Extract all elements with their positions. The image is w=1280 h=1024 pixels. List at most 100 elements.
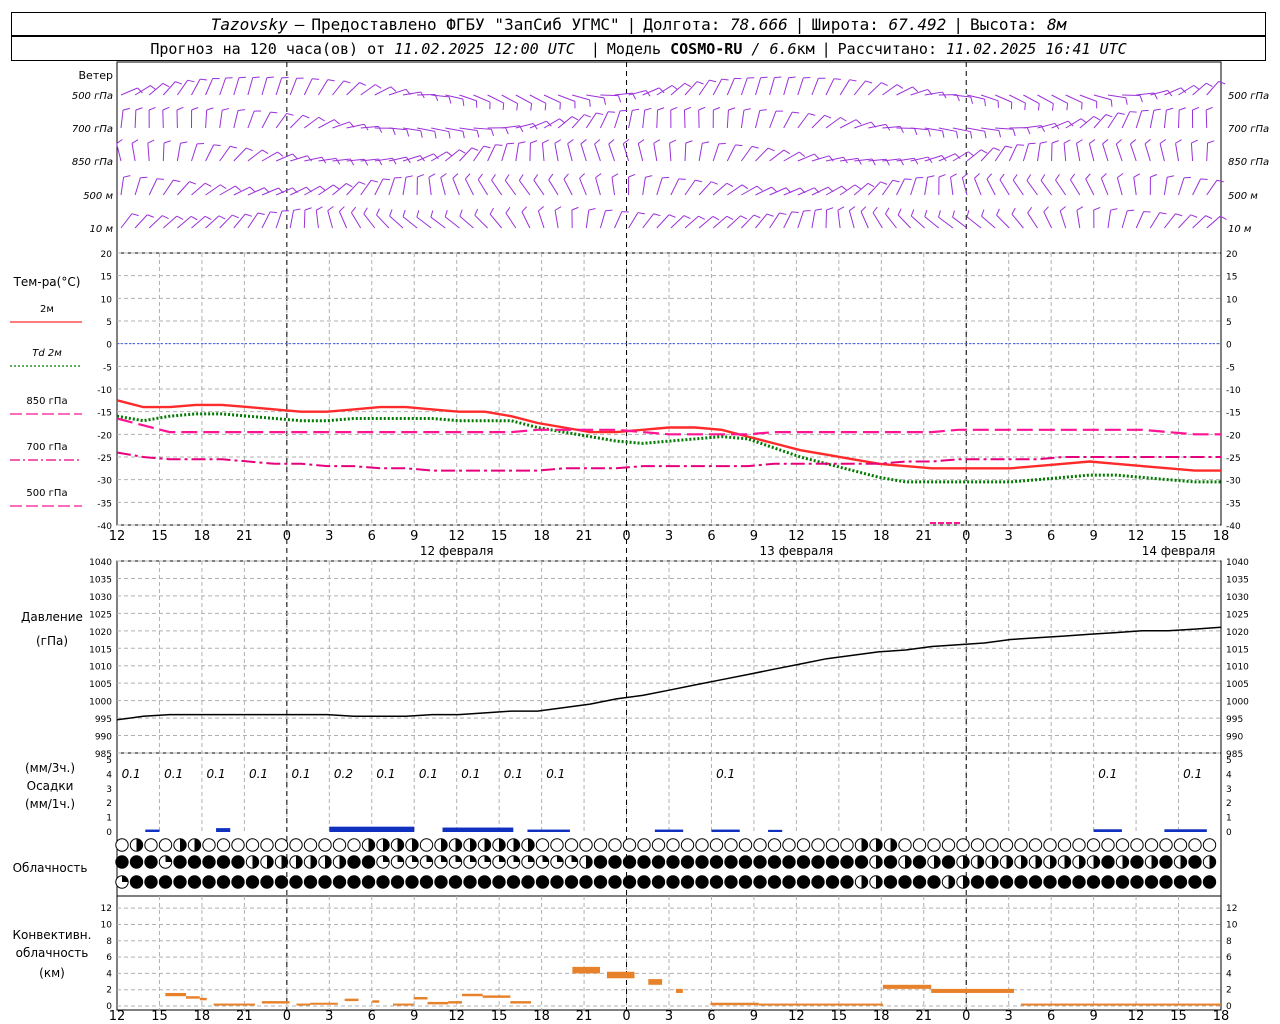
wind-barb-flag <box>696 81 704 85</box>
wind-barb <box>684 142 687 162</box>
cloud-cover-circle <box>782 838 796 852</box>
wind-barb-flag <box>163 140 171 144</box>
cloud-cover-half <box>1180 855 1187 869</box>
cloud-cover-circle <box>158 838 173 852</box>
wind-barb <box>440 177 446 196</box>
wind-barb <box>1085 178 1095 196</box>
wind-barb <box>974 178 982 196</box>
cloud-cover-circle <box>941 838 956 852</box>
wind-barb <box>1133 177 1137 196</box>
cloud-cover-quarter <box>484 855 491 862</box>
wind-panel-title: Ветер <box>79 69 113 82</box>
wind-barb-flag <box>1218 81 1226 85</box>
hour-tick-label: 15 <box>151 1009 168 1024</box>
cloud-cover-circle <box>1043 875 1057 889</box>
wind-barb-flag <box>914 128 918 136</box>
convective-bar <box>758 1003 883 1006</box>
wind-barb-flag <box>286 112 294 116</box>
wind-barb-flag <box>1205 82 1213 87</box>
cloud-cover-circle <box>680 875 695 889</box>
cloud-cover-circle <box>1159 875 1173 889</box>
wind-barb-flag <box>1127 209 1135 212</box>
wind-barb <box>910 88 928 96</box>
wind-barb-flag <box>657 107 665 111</box>
wind-barb-flag <box>477 173 483 180</box>
wind-barb-flag <box>459 149 466 154</box>
cloud-cover-circle <box>289 838 303 852</box>
pressure-ytick-left: 1020 <box>89 628 112 638</box>
wind-barb-flag <box>637 212 645 215</box>
wind-barb-flag <box>489 207 494 215</box>
wind-barb <box>489 213 503 229</box>
wind-barb <box>698 181 712 196</box>
wind-barb-flag <box>1089 139 1096 144</box>
wind-barb-flag <box>726 215 734 221</box>
wind-barb-flag <box>135 107 143 111</box>
cloud-cover-circle <box>956 838 970 852</box>
cloud-cover-half <box>528 838 535 852</box>
wind-barb-flag <box>245 213 253 217</box>
wind-barb-flag <box>998 130 1002 138</box>
cloud-cover-circle <box>637 838 651 852</box>
cloud-cover-circle <box>579 838 593 852</box>
cloud-cover-circle <box>347 875 361 889</box>
wind-level-label-right: 700 гПа <box>1228 124 1269 135</box>
cloud-cover-half <box>1093 855 1100 869</box>
wind-barb <box>797 153 815 162</box>
wind-barb-flag <box>799 151 806 157</box>
wind-barb <box>1135 211 1145 229</box>
wind-barb-flag <box>462 98 465 107</box>
cloud-cover-circle <box>811 875 825 889</box>
cloud-cover-circle <box>753 875 767 889</box>
wind-barb <box>642 87 660 96</box>
convective-bar <box>165 992 186 997</box>
wind-barb <box>219 185 236 196</box>
wind-barb <box>726 144 736 162</box>
hour-tick-label: 21 <box>236 1009 253 1024</box>
precip-title: Осадки <box>27 779 74 793</box>
wind-barb <box>346 181 360 196</box>
wind-barb-flag <box>563 173 569 180</box>
cloud-cover-half <box>1006 855 1013 869</box>
cloud-cover-circle <box>738 875 753 889</box>
cloud-cover-half <box>890 838 897 852</box>
wind-barb-flag <box>1125 97 1128 105</box>
pressure-ytick-left: 990 <box>95 733 112 743</box>
cloud-cover-quarter <box>397 855 404 862</box>
wind-barb <box>515 143 520 162</box>
wind-level-label-right: 500 гПа <box>1228 91 1269 102</box>
wind-barb <box>1051 120 1069 129</box>
wind-barb-flag <box>491 174 496 181</box>
wind-barb-flag <box>766 213 774 217</box>
temp-ytick-right: 15 <box>1226 273 1237 283</box>
wind-barb <box>219 77 227 96</box>
wind-barb-flag <box>783 149 791 155</box>
wind-barb <box>608 143 615 162</box>
wind-barb-flag <box>1133 173 1141 178</box>
wind-barb-flag <box>872 206 878 213</box>
wind-barb-flag <box>928 129 931 137</box>
wind-barb <box>346 82 360 96</box>
precip-bar <box>1164 829 1207 832</box>
wind-barb-flag <box>343 80 351 84</box>
wind-barb-flag <box>402 209 406 217</box>
wind-barb <box>563 178 573 196</box>
convective-subtitle: облачность <box>16 946 89 960</box>
precip-bar <box>527 829 570 832</box>
hour-tick-label: 6 <box>707 529 715 544</box>
cloud-cover-circle <box>448 875 463 889</box>
cloud-cover-circle <box>202 875 216 889</box>
wind-barb-flag <box>826 207 834 211</box>
temp-ytick-left: 15 <box>101 273 112 283</box>
cloud-cover-half <box>876 838 883 852</box>
cloud-cover-half <box>180 838 187 852</box>
wind-barb-flag <box>584 114 591 118</box>
wind-barb-flag <box>608 139 615 145</box>
wind-barb <box>554 143 559 162</box>
cloud-cover-circle <box>1072 875 1086 889</box>
wind-barb <box>642 110 646 129</box>
cloud-cover-circle <box>840 855 854 869</box>
wind-barb <box>1107 112 1119 129</box>
wind-barb <box>205 78 214 96</box>
wind-barb <box>1059 210 1067 229</box>
